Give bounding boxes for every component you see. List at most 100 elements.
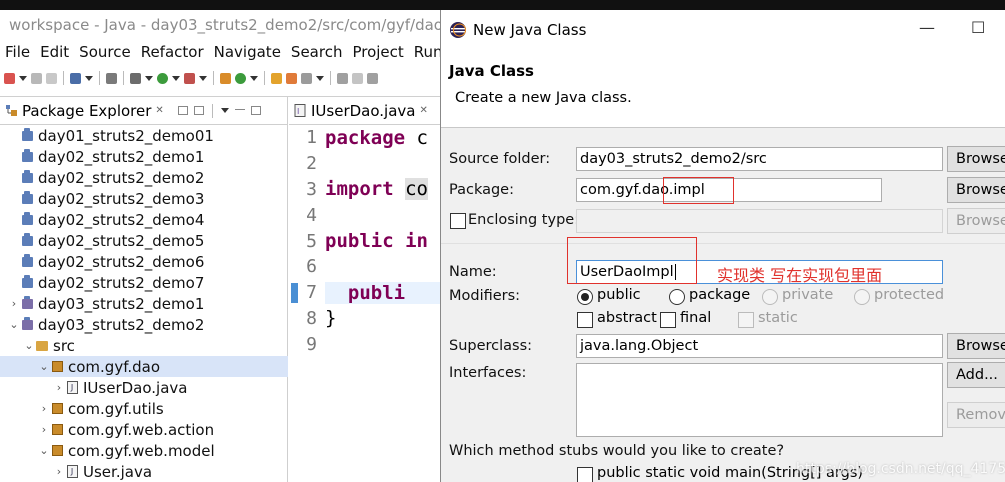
tree-item[interactable]: › J IUserDao.java — [0, 377, 288, 398]
expanded-arrow-icon[interactable]: ⌄ — [38, 360, 50, 373]
new-dropdown-icon[interactable] — [19, 75, 27, 81]
line-number: 4 — [306, 204, 317, 226]
view-menu-icon[interactable] — [220, 108, 229, 113]
save-all-icon[interactable] — [46, 72, 57, 84]
superclass-browse-button[interactable]: Browse... — [947, 333, 1005, 359]
collapsed-arrow-icon[interactable]: › — [38, 423, 50, 436]
tree-item[interactable]: day02_struts2_demo3 — [0, 188, 288, 209]
menu-file[interactable]: File — [5, 43, 30, 61]
menu-refactor[interactable]: Refactor — [141, 43, 204, 61]
code-line[interactable]: 1 package c — [289, 125, 440, 151]
open-task-icon[interactable] — [286, 72, 297, 84]
modifier-final-checkbox[interactable] — [660, 312, 676, 328]
editor-tab-close-icon[interactable]: ✕ — [419, 105, 427, 116]
minimize-icon[interactable]: — — [919, 18, 935, 37]
external-tools-icon[interactable] — [184, 72, 195, 84]
name-highlight-box — [567, 237, 697, 284]
new-icon[interactable] — [4, 72, 15, 84]
expanded-arrow-icon[interactable]: ⌄ — [38, 444, 50, 457]
modifier-package-radio[interactable] — [669, 289, 685, 305]
run-dropdown-icon[interactable] — [172, 75, 180, 81]
annotation-icon[interactable] — [352, 72, 363, 84]
new-java-project-icon[interactable] — [220, 72, 231, 84]
menu-project[interactable]: Project — [352, 43, 403, 61]
back-icon[interactable] — [367, 72, 378, 84]
code-line[interactable]: 4 — [289, 202, 440, 228]
source-folder-input[interactable]: day03_struts2_demo2/src — [576, 147, 943, 171]
source-folder-browse-button[interactable]: Browse... — [947, 146, 1005, 172]
package-tree: day01_struts2_demo01 day02_struts2_demo1 d… — [0, 125, 288, 482]
code-line[interactable]: 6 — [289, 254, 440, 280]
interfaces-list[interactable] — [576, 363, 943, 437]
tree-item[interactable]: › day03_struts2_demo1 — [0, 293, 288, 314]
code-line[interactable]: 8} — [289, 306, 440, 332]
tree-item[interactable]: day02_struts2_demo5 — [0, 230, 288, 251]
tree-item[interactable]: ⌄ day03_struts2_demo2 — [0, 314, 288, 335]
superclass-input[interactable]: java.lang.Object — [576, 334, 943, 358]
menu-search[interactable]: Search — [291, 43, 343, 61]
menu-source[interactable]: Source — [79, 43, 131, 61]
interfaces-add-button[interactable]: Add... — [947, 362, 1005, 388]
collapsed-arrow-icon[interactable]: › — [53, 381, 65, 394]
maximize-view-icon[interactable] — [250, 106, 261, 115]
package-explorer-close-icon[interactable]: ✕ — [155, 105, 163, 116]
package-explorer-tab[interactable]: Package Explorer ✕ — [0, 97, 288, 125]
tree-item[interactable]: › com.gyf.web.action — [0, 419, 288, 440]
tree-item[interactable]: day02_struts2_demo7 — [0, 272, 288, 293]
new-class-dropdown-icon[interactable] — [250, 75, 258, 81]
code-line[interactable]: 9 — [289, 331, 440, 357]
minimize-view-icon[interactable] — [234, 109, 245, 112]
code-line[interactable]: 7 publi — [289, 280, 440, 306]
open-type-icon[interactable] — [271, 72, 282, 84]
tree-item[interactable]: day02_struts2_demo6 — [0, 251, 288, 272]
new-java-package-icon[interactable] — [235, 72, 246, 84]
search-dropdown-icon[interactable] — [316, 75, 324, 81]
tree-item[interactable]: day02_struts2_demo1 — [0, 146, 288, 167]
stub-main-checkbox[interactable] — [577, 467, 593, 482]
modifier-abstract-checkbox[interactable] — [577, 312, 593, 328]
code-area[interactable]: 1 package c 2 3 import co 4 5 public in 6 7 publi… — [289, 125, 440, 357]
tree-item[interactable]: day01_struts2_demo01 — [0, 125, 288, 146]
pin-icon[interactable] — [337, 72, 348, 84]
menu-run[interactable]: Run — [414, 43, 440, 61]
code-line[interactable]: 2 — [289, 151, 440, 177]
maximize-icon[interactable]: ☐ — [971, 18, 985, 37]
menu-edit[interactable]: Edit — [40, 43, 69, 61]
terminal-icon[interactable] — [70, 72, 81, 84]
collapsed-arrow-icon[interactable]: › — [8, 297, 20, 310]
menu-navigate[interactable]: Navigate — [214, 43, 281, 61]
editor-tab[interactable]: I IUserDao.java ✕ — [289, 97, 440, 125]
package-shape — [51, 403, 63, 414]
run-icon[interactable] — [157, 72, 168, 84]
skip-breakpoints-icon[interactable] — [106, 72, 117, 84]
collapsed-arrow-icon[interactable]: › — [38, 402, 50, 415]
change-marker-icon — [291, 282, 298, 303]
collapsed-arrow-icon[interactable]: › — [53, 465, 65, 478]
enclosing-type-checkbox[interactable] — [450, 213, 466, 229]
tree-item[interactable]: ⌄ com.gyf.dao — [0, 356, 288, 377]
modifier-public-radio[interactable] — [577, 289, 593, 305]
save-icon[interactable] — [31, 72, 42, 84]
search-icon[interactable] — [301, 72, 312, 84]
tree-item[interactable]: day02_struts2_demo2 — [0, 167, 288, 188]
tree-item[interactable]: › J User.java — [0, 461, 288, 482]
eclipse-workbench: Package Explorer ✕ day01_struts2_demo01 d… — [0, 96, 440, 482]
expanded-arrow-icon[interactable]: ⌄ — [8, 318, 20, 331]
enclosing-type-label: Enclosing type: — [468, 212, 580, 228]
code-line[interactable]: 5 public in — [289, 228, 440, 254]
collapse-all-icon[interactable] — [177, 106, 188, 115]
link-with-editor-icon[interactable] — [193, 106, 204, 115]
tree-item[interactable]: ⌄ src — [0, 335, 288, 356]
tree-item[interactable]: day02_struts2_demo4 — [0, 209, 288, 230]
project-folder-shape — [21, 190, 33, 204]
code-line[interactable]: 3 import co — [289, 177, 440, 203]
package-browse-button[interactable]: Browse... — [947, 177, 1005, 203]
debug-icon[interactable] — [130, 72, 141, 84]
tree-item[interactable]: › com.gyf.utils — [0, 398, 288, 419]
line-number: 1 — [306, 127, 317, 149]
terminal-dropdown-icon[interactable] — [85, 75, 93, 81]
debug-dropdown-icon[interactable] — [145, 75, 153, 81]
external-tools-dropdown-icon[interactable] — [199, 75, 207, 81]
expanded-arrow-icon[interactable]: ⌄ — [23, 339, 35, 352]
tree-item[interactable]: ⌄ com.gyf.web.model — [0, 440, 288, 461]
